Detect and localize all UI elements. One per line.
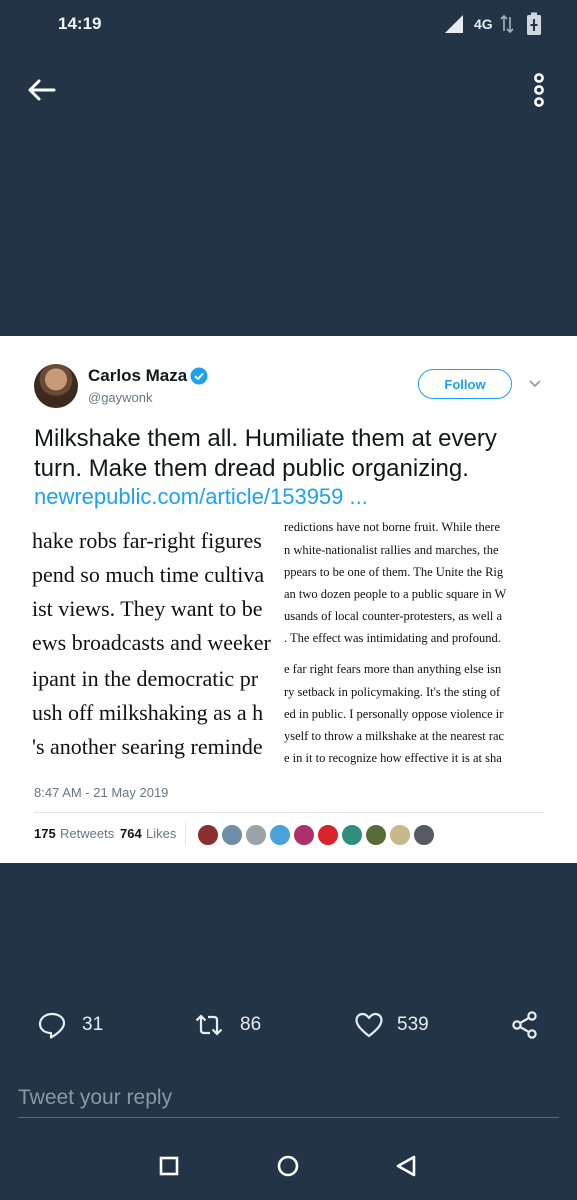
share-icon[interactable] [510, 1010, 540, 1040]
likes-count: 764 [120, 826, 142, 841]
liker-avatar [317, 824, 339, 846]
article-right-line: an two dozen people to a public square i… [284, 587, 507, 601]
data-arrows-icon [500, 14, 514, 34]
retweet-icon[interactable] [194, 1010, 224, 1040]
verified-badge-icon [190, 367, 208, 385]
article-left-line: 's another searing reminde [32, 734, 263, 759]
chevron-down-icon[interactable] [528, 378, 542, 390]
article-right-line: redictions have not borne fruit. While t… [284, 520, 501, 534]
article-right-line: ppears to be one of them. The Unite the … [284, 565, 504, 579]
tweet-text-line: Milkshake them all. Humiliate them at ev… [34, 425, 497, 452]
liker-avatar [365, 824, 387, 846]
avatar [34, 364, 78, 408]
recents-square-icon[interactable] [151, 1150, 187, 1182]
network-type-label: 4G [474, 16, 493, 32]
liker-avatar [197, 824, 219, 846]
display-name: Carlos Maza [88, 366, 188, 385]
liker-avatar [293, 824, 315, 846]
reply-icon[interactable] [37, 1010, 67, 1040]
article-right-line: ed in public. I personally oppose violen… [284, 707, 504, 721]
article-screenshot: hake robs far-right figures pend so much… [32, 516, 544, 768]
tweet-text-line: turn. Make them dread public organizing. [34, 455, 469, 482]
user-handle: @gaywonk [88, 390, 153, 405]
article-left-line: pend so much time cultiva [32, 562, 265, 587]
article-right-line: e in it to recognize how effective it is… [284, 751, 502, 765]
back-button[interactable] [22, 72, 62, 108]
liker-avatar [413, 824, 435, 846]
article-right-line: usands of local counter-protesters, as w… [284, 609, 503, 623]
article-left-line: ist views. They want to be [32, 596, 263, 621]
article-right-line: ry setback in policymaking. It's the sti… [284, 685, 501, 699]
tweet-timestamp: 8:47 AM - 21 May 2019 [34, 785, 169, 800]
liker-avatar [269, 824, 291, 846]
status-time: 14:19 [58, 14, 102, 33]
tweet-reply-input[interactable] [18, 1080, 558, 1116]
article-right-line: . The effect was intimidating and profou… [284, 631, 501, 645]
divider [185, 822, 186, 846]
retweets-label: Retweets [60, 826, 115, 841]
reply-count: 31 [82, 1014, 104, 1035]
reply-input-underline [18, 1117, 559, 1118]
heart-icon[interactable] [354, 1010, 384, 1040]
article-left-line: hake robs far-right figures [32, 528, 262, 553]
article-right-line: yself to throw a milkshake at the neares… [284, 729, 505, 743]
article-left-line: ush off milkshaking as a h [32, 700, 264, 725]
likes-label: Likes [146, 826, 177, 841]
liker-avatar [341, 824, 363, 846]
article-left-line: ews broadcasts and weeker [32, 630, 271, 655]
battery-charging-icon [527, 12, 541, 35]
back-triangle-icon[interactable] [388, 1150, 424, 1182]
overflow-menu-button[interactable] [522, 70, 556, 110]
liker-avatar [245, 824, 267, 846]
signal-icon [445, 15, 463, 33]
liker-avatar [221, 824, 243, 846]
liker-avatar [389, 824, 411, 846]
home-circle-icon[interactable] [270, 1150, 306, 1182]
tweet-image[interactable]: Carlos Maza @gaywonk Follow Milkshake th… [0, 336, 577, 863]
follow-button[interactable]: Follow [418, 369, 512, 399]
article-link[interactable]: newrepublic.com/article/153959 ... [34, 484, 368, 510]
article-right-line: n white-nationalist rallies and marches,… [284, 543, 499, 557]
retweets-count: 175 [34, 826, 56, 841]
divider [34, 812, 544, 813]
article-right-line: e far right fears more than anything els… [284, 662, 502, 676]
like-count: 539 [397, 1014, 429, 1035]
article-left-line: ipant in the democratic pr [32, 666, 259, 691]
retweet-count: 86 [240, 1014, 262, 1035]
